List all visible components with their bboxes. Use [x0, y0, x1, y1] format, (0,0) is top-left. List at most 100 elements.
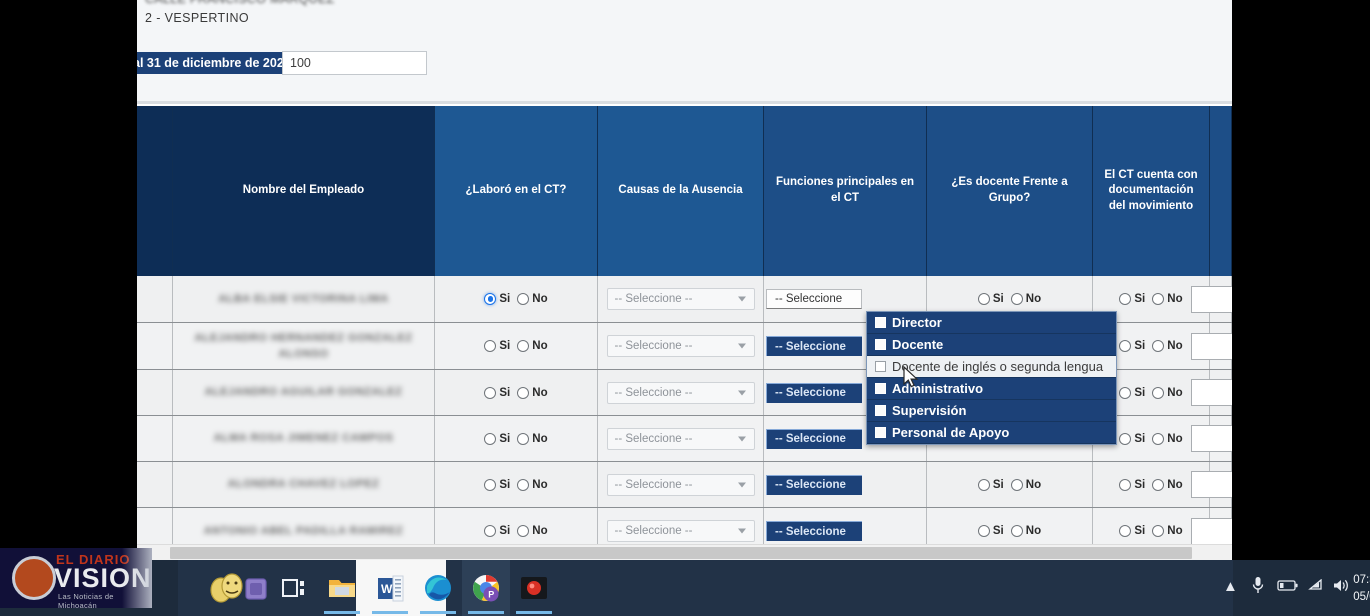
radio-dot[interactable]	[517, 478, 530, 491]
media-player-icon[interactable]	[518, 572, 550, 604]
dropdown-option-1[interactable]: Director	[867, 312, 1116, 334]
laboro-radio-group-no[interactable]: No	[517, 525, 548, 537]
radio-dot[interactable]	[1152, 386, 1165, 399]
radio-dot[interactable]	[1119, 386, 1132, 399]
radio-dot[interactable]	[484, 432, 497, 445]
extra-text-input[interactable]	[1190, 425, 1232, 452]
documentacion-radio-group-si[interactable]: Si	[1119, 525, 1145, 537]
causas-select[interactable]: -- Seleccione --	[606, 381, 755, 404]
extra-text-input[interactable]	[1190, 471, 1232, 498]
dropdown-option-5[interactable]: Supervisión	[867, 400, 1116, 422]
funciones-multiselect-button[interactable]: -- Seleccione	[766, 289, 862, 309]
taskbar-clock[interactable]: 07:39 p. m. 05/07/2023	[1351, 572, 1370, 607]
checkbox-icon[interactable]	[875, 339, 886, 350]
wifi-icon[interactable]	[1308, 578, 1326, 596]
radio-dot[interactable]	[484, 478, 497, 491]
laboro-radio-group-no[interactable]: No	[517, 386, 548, 399]
docente-frente-radio-group-si[interactable]: Si	[977, 478, 1004, 491]
laboro-radio-group[interactable]: Si No	[484, 525, 548, 537]
funciones-multiselect-button[interactable]: -- Seleccione	[766, 336, 862, 356]
documentacion-radio-group-si[interactable]: Si	[1119, 432, 1145, 445]
dropdown-option-3[interactable]: Docente de inglés o segunda lengua	[867, 356, 1116, 378]
causas-select[interactable]: -- Seleccione --	[606, 288, 755, 310]
laboro-radio-group-si[interactable]: Si	[484, 293, 510, 305]
radio-dot[interactable]	[484, 525, 497, 537]
radio-dot[interactable]	[1152, 432, 1165, 445]
laboro-radio-group-si[interactable]: Si	[484, 432, 510, 445]
documentacion-radio-group-no[interactable]: No	[1152, 478, 1183, 491]
chrome-icon[interactable]: P	[470, 572, 502, 604]
radio-dot[interactable]	[977, 478, 990, 491]
radio-dot[interactable]	[1010, 478, 1023, 491]
funciones-multiselect-button[interactable]: -- Seleccione	[766, 382, 862, 403]
fecha-input[interactable]	[282, 51, 427, 75]
horizontal-scrollbar[interactable]	[137, 544, 1232, 560]
radio-dot[interactable]	[1152, 293, 1165, 305]
causas-select[interactable]: -- Seleccione --	[606, 520, 755, 542]
task-view-icon[interactable]	[278, 572, 310, 604]
mic-icon[interactable]	[1251, 576, 1265, 598]
documentacion-radio-group-si[interactable]: Si	[1119, 293, 1145, 305]
word-icon[interactable]: W	[374, 572, 406, 604]
docente-frente-radio-group-si[interactable]: Si	[977, 293, 1004, 305]
documentacion-radio-group[interactable]: Si No	[1119, 432, 1183, 445]
radio-dot[interactable]	[1152, 525, 1165, 537]
radio-dot[interactable]	[484, 293, 497, 305]
radio-dot[interactable]	[517, 525, 530, 537]
show-hidden-icons-chevron[interactable]: ▲	[1223, 578, 1238, 595]
documentacion-radio-group-no[interactable]: No	[1152, 340, 1183, 352]
documentacion-radio-group-si[interactable]: Si	[1119, 478, 1145, 491]
dropdown-option-6[interactable]: Personal de Apoyo	[867, 422, 1116, 444]
laboro-radio-group[interactable]: Si No	[484, 478, 548, 491]
causas-select[interactable]: -- Seleccione --	[606, 427, 755, 450]
documentacion-radio-group[interactable]: Si No	[1119, 293, 1183, 305]
battery-icon[interactable]	[1277, 579, 1299, 596]
checkbox-icon[interactable]	[875, 383, 886, 394]
laboro-radio-group-si[interactable]: Si	[484, 340, 510, 352]
extra-text-input[interactable]	[1190, 517, 1232, 545]
laboro-radio-group-si[interactable]: Si	[484, 386, 510, 399]
dropdown-option-2[interactable]: Docente	[867, 334, 1116, 356]
funciones-multiselect-button[interactable]: -- Seleccione	[766, 428, 862, 449]
laboro-radio-group-no[interactable]: No	[517, 478, 548, 491]
scrollbar-thumb[interactable]	[170, 547, 1192, 559]
radio-dot[interactable]	[1119, 293, 1132, 305]
radio-dot[interactable]	[517, 293, 530, 305]
funciones-multiselect-button[interactable]: -- Seleccione	[766, 474, 862, 495]
radio-dot[interactable]	[517, 340, 530, 352]
documentacion-radio-group-no[interactable]: No	[1152, 386, 1183, 399]
documentacion-radio-group-no[interactable]: No	[1152, 293, 1183, 305]
laboro-radio-group-no[interactable]: No	[517, 432, 548, 445]
docente-frente-radio-group[interactable]: Si No	[977, 293, 1041, 305]
edge-icon[interactable]	[422, 572, 454, 604]
checkbox-icon[interactable]	[875, 427, 886, 438]
checkbox-icon[interactable]	[875, 317, 886, 328]
laboro-radio-group[interactable]: Si No	[484, 386, 548, 399]
documentacion-radio-group[interactable]: Si No	[1119, 478, 1183, 491]
laboro-radio-group-no[interactable]: No	[517, 340, 548, 352]
checkbox-icon[interactable]	[875, 361, 886, 372]
documentacion-radio-group-no[interactable]: No	[1152, 432, 1183, 445]
radio-dot[interactable]	[1119, 432, 1132, 445]
radio-dot[interactable]	[977, 525, 990, 537]
extra-text-input[interactable]	[1190, 379, 1232, 406]
checkbox-icon[interactable]	[875, 405, 886, 416]
documentacion-radio-group-si[interactable]: Si	[1119, 386, 1145, 399]
radio-dot[interactable]	[484, 386, 497, 399]
radio-dot[interactable]	[1152, 340, 1165, 352]
radio-dot[interactable]	[1119, 340, 1132, 352]
laboro-radio-group[interactable]: Si No	[484, 432, 548, 445]
radio-dot[interactable]	[1152, 478, 1165, 491]
radio-dot[interactable]	[517, 432, 530, 445]
radio-dot[interactable]	[1010, 293, 1023, 305]
funciones-multiselect-button[interactable]: -- Seleccione	[766, 521, 862, 541]
radio-dot[interactable]	[977, 293, 990, 305]
radio-dot[interactable]	[484, 340, 497, 352]
documentacion-radio-group[interactable]: Si No	[1119, 340, 1183, 352]
radio-dot[interactable]	[1119, 478, 1132, 491]
radio-dot[interactable]	[517, 386, 530, 399]
radio-dot[interactable]	[1010, 525, 1023, 537]
dropdown-option-4[interactable]: Administrativo	[867, 378, 1116, 400]
laboro-radio-group[interactable]: Si No	[484, 293, 548, 305]
extra-text-input[interactable]	[1190, 285, 1232, 313]
